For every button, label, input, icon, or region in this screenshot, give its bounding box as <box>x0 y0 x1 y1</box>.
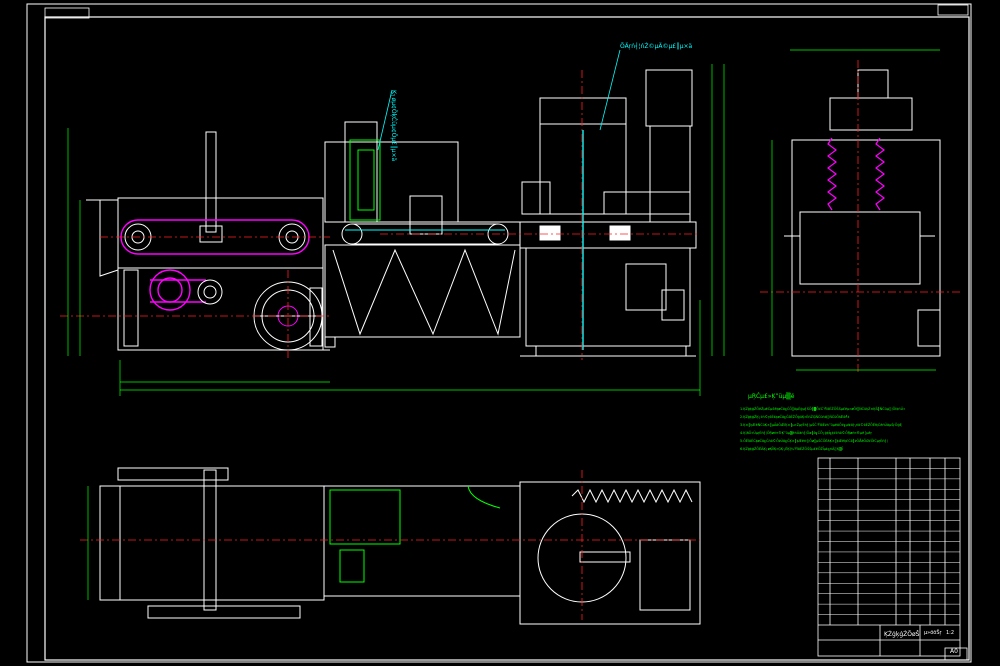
callout-press-mechanism: ÕÄŗń┤¦ńŻ©µÄ©µ£║µ×ä <box>620 42 693 50</box>
tech-req-item: 6.ĶŻģķģŹÕÉÄĶ┐øĶĪīĶ»ĢĶ┐ÉĶĮ¼’╝īõĖŹÕŠŚµ£ēÕŹ… <box>740 446 843 451</box>
scale-value: 1:2 <box>946 630 954 636</box>
cad-drawing: Ķ┐øµ¢ÖķĆüµ¢Öµ£║µ×ä ÕÄŗń┤¦ńŻ©µÄ©µ£║µ×ä µŖ… <box>0 0 1000 666</box>
tech-req-item: 4.Ķ¦äÕ«ÜµŗĖń┤¦ÕŖøń¤®Ķ”üµ▒éńÜäń┤¦Õø║õ╗ČÕ┐… <box>740 430 872 435</box>
tech-req-title: µŖĆµ£»Ķ”üµ▒é <box>748 392 795 400</box>
scale-label: µ»öõŠŗ <box>924 629 943 636</box>
tech-req-item: 2.ĶŻģķģŹĶ┐ćń©ŗõĖŁķøČõ╗ČõĖŹÕģüĶ«ĖńŻĢŃĆüńó… <box>740 414 849 419</box>
tech-req-item: 1.ĶŻģķģŹÕēŹµēĆµ£ēķøČõ╗ČÕ║öµĖģµ┤ŚÕ╣▓ÕćĆ’╝… <box>740 406 905 411</box>
sheet-size: A0 <box>950 648 958 655</box>
tech-req-item: 3.Ķ×║ķÆēŃĆüĶ×║µĀōÕÆīĶ×║µ»ŹµŗĖń┤¦µŚČ’╝īõĖ… <box>740 422 902 427</box>
drawing-name: ĶŻģķģŹÕøŠ <box>884 630 920 638</box>
tech-req-item: 5.ÕÉīõĖĆķøČõ╗Čńö©ÕżÜõ╗ČĶ×║ķÆēń┤¦Õø║µŚČÕÉ… <box>740 438 888 443</box>
callout-feed-mechanism: Ķ┐øµ¢ÖķĆüµ¢Öµ£║µ×ä <box>390 90 398 161</box>
